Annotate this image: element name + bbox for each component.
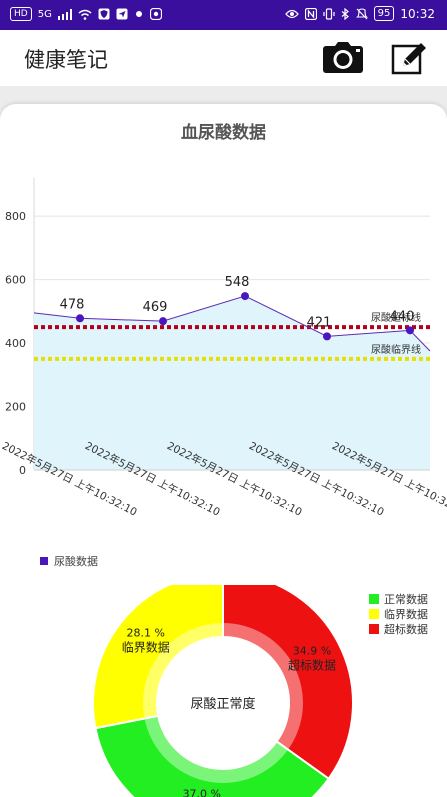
- legend-swatch: [40, 557, 48, 565]
- y-tick-label: 0: [19, 464, 26, 477]
- y-tick-label: 600: [5, 274, 26, 287]
- pie-legend-swatch: [369, 608, 379, 619]
- dot-icon: [135, 11, 142, 17]
- pie-percent-label: 37.0 %: [183, 788, 221, 797]
- pie-legend: 正常数据 临界数据 超标数据: [369, 591, 428, 636]
- pie-legend-row: 超标数据: [369, 621, 428, 636]
- chat-icon: [149, 8, 162, 20]
- y-tick-label: 400: [5, 337, 26, 350]
- shield-icon: [98, 8, 110, 20]
- pie-legend-swatch: [369, 593, 379, 604]
- data-point: [241, 292, 249, 301]
- pie-legend-swatch: [369, 623, 379, 634]
- pie-legend-label: 正常数据: [384, 592, 428, 606]
- eye-icon: [284, 9, 299, 18]
- bluetooth-icon: [341, 7, 349, 20]
- status-icons-left: HD 5G: [10, 7, 162, 21]
- vibrate-icon: [323, 7, 335, 20]
- hd-badge: HD: [10, 7, 32, 21]
- line-chart-title: 血尿酸数据: [181, 123, 266, 143]
- app-title: 健康笔记: [24, 48, 108, 72]
- data-point: [76, 314, 84, 323]
- pie-legend-row: 临界数据: [369, 606, 428, 621]
- wifi-icon: [78, 9, 92, 20]
- limit-line-label: 尿酸临界线: [371, 343, 421, 356]
- app-bar: 健康笔记: [0, 30, 447, 86]
- data-point: [406, 326, 414, 335]
- mute-icon: [355, 7, 368, 19]
- data-label: 440: [390, 309, 415, 324]
- edit-icon[interactable]: [391, 40, 427, 76]
- pie-legend-row: 正常数据: [369, 591, 428, 606]
- pie-percent-label: 34.9 %: [293, 644, 331, 657]
- pie-name-label: 超标数据: [288, 657, 336, 672]
- pie-name-label: 临界数据: [122, 640, 170, 655]
- status-icons-right: 95 10:32: [284, 6, 435, 21]
- uric-acid-line-chart: 0200400600800尿酸超标线尿酸临界线478 469548421 44020…: [0, 178, 447, 519]
- line-chart-legend: 尿酸数据: [40, 553, 98, 569]
- battery-level: 95: [373, 6, 395, 21]
- status-time: 10:32: [400, 6, 435, 21]
- pie-percent-label: 28.1 %: [127, 627, 165, 640]
- data-label: 548: [225, 275, 250, 290]
- legend-label: 尿酸数据: [54, 555, 98, 568]
- data-label: 421: [307, 315, 332, 330]
- y-tick-label: 200: [5, 401, 26, 414]
- y-tick-label: 800: [5, 210, 26, 223]
- data-point: [159, 317, 167, 326]
- camera-icon[interactable]: [322, 42, 364, 74]
- send-icon: [116, 8, 128, 20]
- pie-legend-label: 临界数据: [384, 607, 428, 621]
- signal-icon: [57, 8, 72, 20]
- data-label: 469: [143, 300, 168, 315]
- pie-legend-label: 超标数据: [384, 622, 428, 636]
- data-point: [323, 332, 331, 341]
- status-bar: HD 5G 95 10:32: [0, 0, 447, 30]
- data-label: 478: [60, 297, 85, 312]
- donut-center-label: 尿酸正常度: [190, 696, 255, 712]
- nfc-icon: [304, 7, 317, 20]
- network-badge: 5G: [37, 8, 52, 20]
